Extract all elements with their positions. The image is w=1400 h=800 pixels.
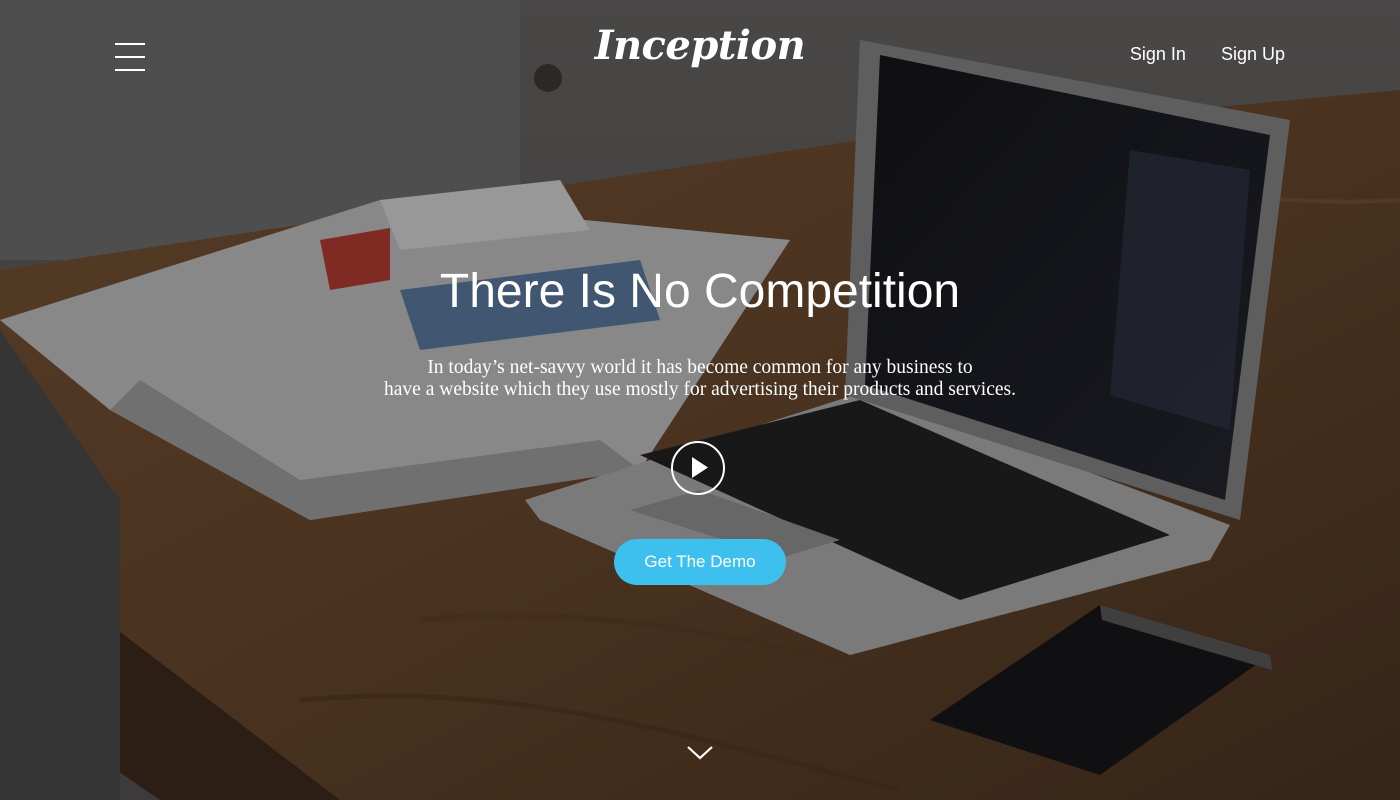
menu-line [115, 69, 145, 71]
hero-section: Inception Sign In Sign Up There Is No Co… [0, 0, 1400, 800]
get-demo-button[interactable]: Get The Demo [614, 539, 786, 585]
chevron-down-icon[interactable] [686, 744, 714, 762]
play-video-button[interactable] [671, 441, 725, 495]
play-icon [692, 457, 708, 478]
hero-subtext: In today’s net-savvy world it has become… [300, 357, 1100, 401]
hero-subtext-line: In today’s net-savvy world it has become… [427, 357, 973, 378]
auth-nav: Sign In Sign Up [1130, 44, 1285, 65]
sign-up-link[interactable]: Sign Up [1221, 44, 1285, 65]
hero-headline: There Is No Competition [439, 265, 961, 318]
sign-in-link[interactable]: Sign In [1130, 44, 1186, 65]
hero-subtext-line: have a website which they use mostly for… [384, 379, 1016, 400]
